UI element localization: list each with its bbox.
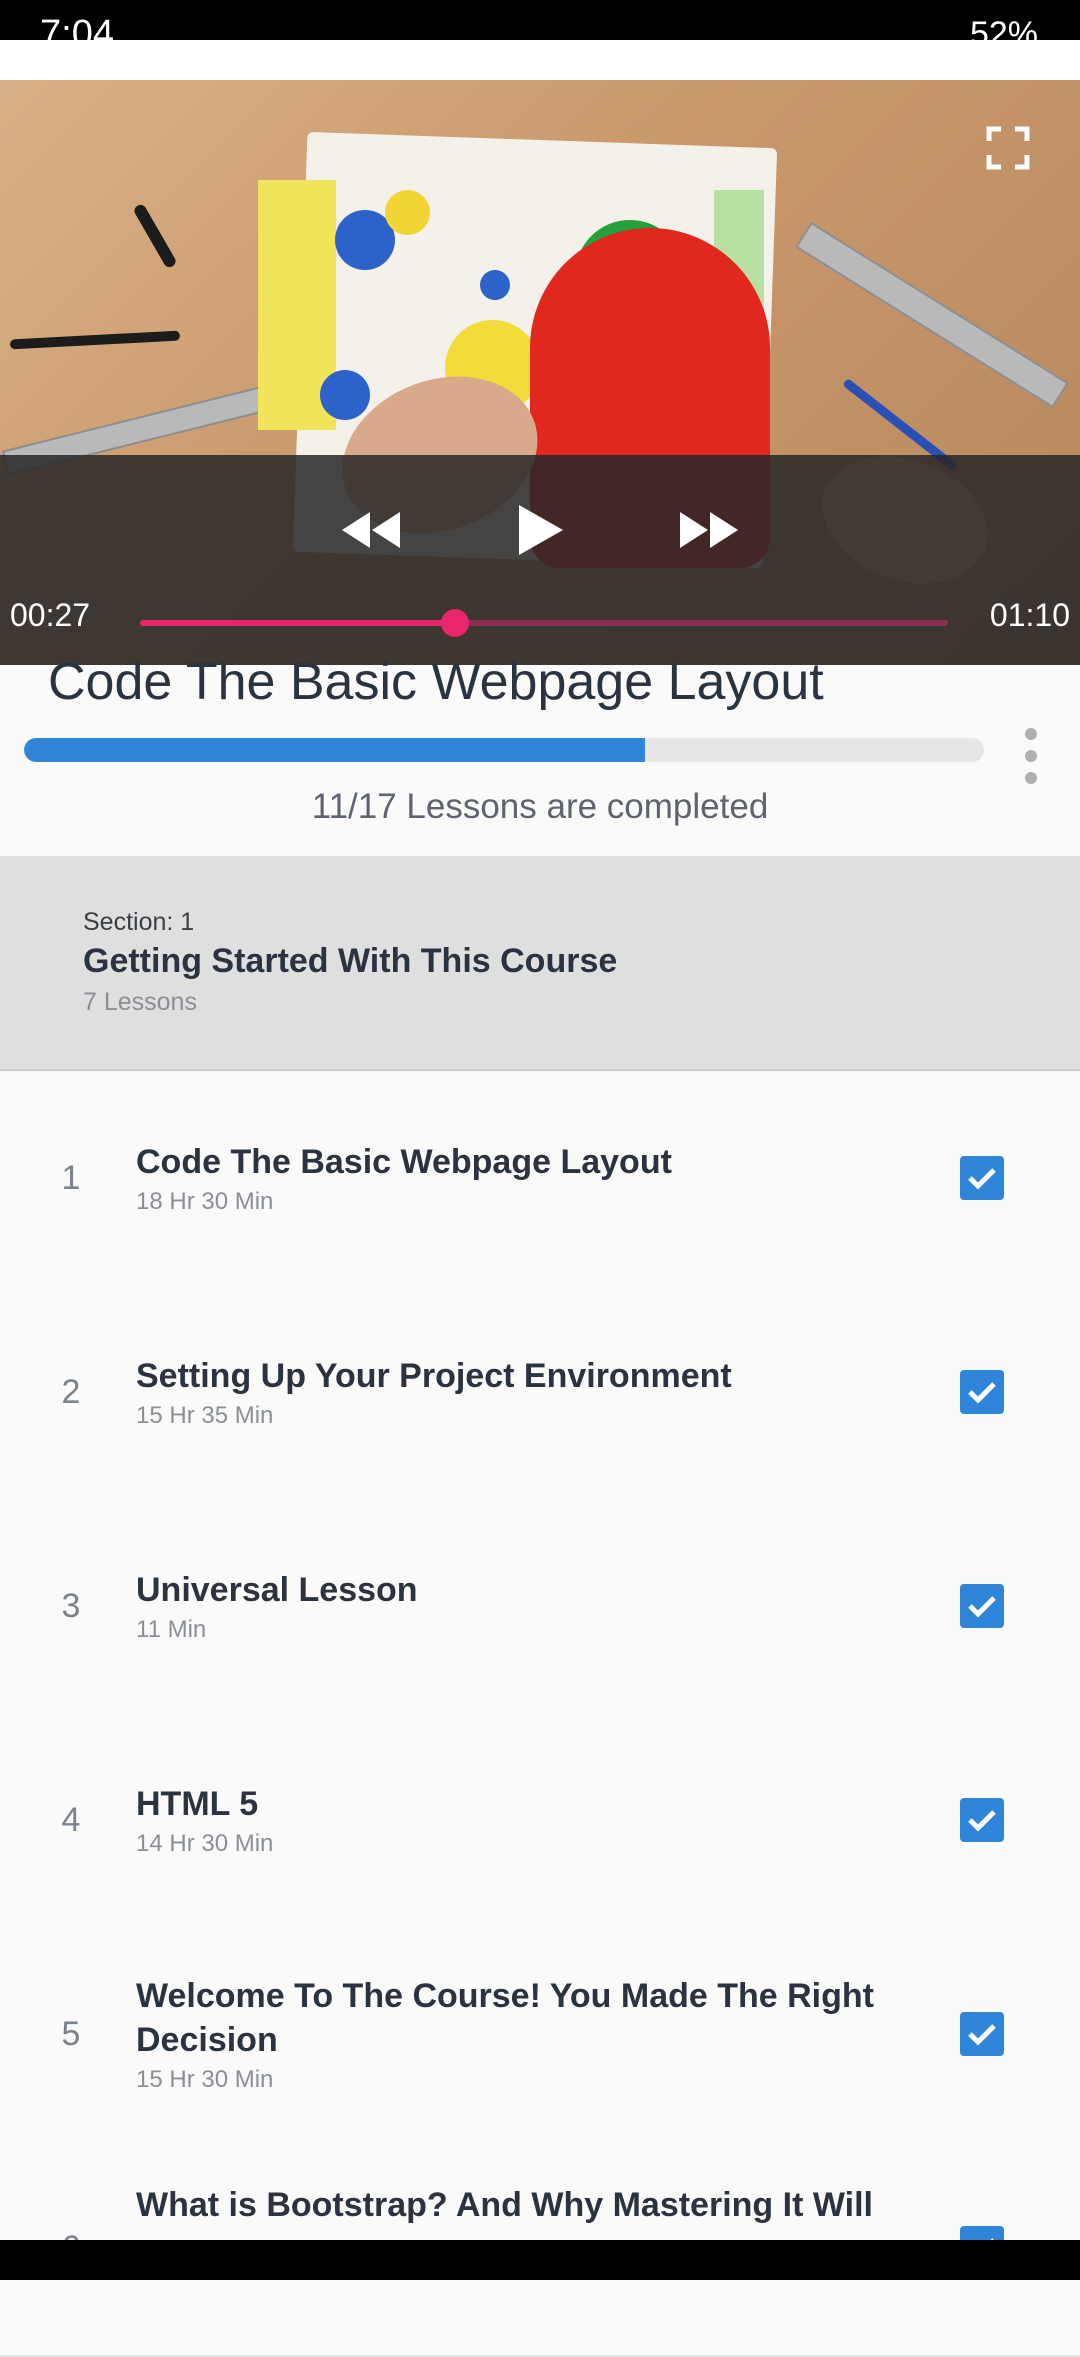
lesson-title: Universal Lesson <box>136 1571 418 1609</box>
app-top-strip <box>0 40 1080 80</box>
lesson-duration: 18 Hr 30 Min <box>136 1188 274 1215</box>
rewind-icon <box>342 512 400 548</box>
fast-forward-icon <box>680 512 738 548</box>
section-header[interactable]: Section: 1 Getting Started With This Cou… <box>0 856 1080 1071</box>
seek-bar[interactable] <box>140 609 948 637</box>
status-bar: 7:04 52% <box>0 0 1080 40</box>
rewind-button[interactable] <box>330 500 410 560</box>
player-controls: 00:27 01:10 <box>0 455 1080 665</box>
current-time: 00:27 <box>10 597 91 633</box>
navigation-bar <box>0 2240 1080 2280</box>
video-player[interactable]: 00:27 01:10 <box>0 80 1080 665</box>
course-progress-bar <box>24 738 984 762</box>
course-progress-fill <box>24 738 646 762</box>
play-button[interactable] <box>505 500 575 560</box>
checkbox-checked-icon[interactable] <box>960 2012 1004 2056</box>
lesson-number: 3 <box>61 1586 81 1625</box>
lesson-title: Welcome To The Course! You Made The Righ… <box>136 1977 874 2059</box>
lesson-duration: 11 Min <box>136 1616 207 1643</box>
lesson-item[interactable]: 3 Universal Lesson 11 Min <box>0 1499 1080 1715</box>
lesson-duration: 14 Hr 30 Min <box>136 1830 274 1857</box>
play-icon <box>519 505 563 555</box>
lesson-title: Code The Basic Webpage Layout <box>136 1143 672 1181</box>
lessons-completed-text: 11/17 Lessons are completed <box>311 787 769 826</box>
lesson-item[interactable]: 5 Welcome To The Course! You Made The Ri… <box>0 1927 1080 2143</box>
section-title: Getting Started With This Course <box>83 942 618 980</box>
lesson-title: HTML 5 <box>136 1785 259 1823</box>
section-label: Section: 1 <box>83 908 195 936</box>
checkbox-checked-icon[interactable] <box>960 1156 1004 1200</box>
battery-level: 52% <box>969 15 1038 40</box>
lesson-item[interactable]: 2 Setting Up Your Project Environment 15… <box>0 1285 1080 1501</box>
lesson-number: 4 <box>61 1800 81 1839</box>
course-title: Code The Basic Webpage Layout <box>48 653 824 711</box>
fast-forward-button[interactable] <box>670 500 750 560</box>
section-lesson-count: 7 Lessons <box>83 988 197 1016</box>
lesson-number: 1 <box>61 1158 81 1197</box>
fullscreen-icon[interactable] <box>986 126 1030 170</box>
lesson-title: What is Bootstrap? And Why Mastering It … <box>136 2186 873 2224</box>
lesson-number: 2 <box>61 1372 81 1411</box>
lesson-item[interactable]: 4 HTML 5 14 Hr 30 Min <box>0 1713 1080 1929</box>
lesson-title: Setting Up Your Project Environment <box>136 1357 732 1395</box>
seek-bar-played <box>140 620 456 626</box>
status-time: 7:04 <box>40 13 114 40</box>
seek-thumb[interactable] <box>441 609 470 637</box>
lesson-number: 5 <box>61 2014 81 2053</box>
checkbox-checked-icon[interactable] <box>960 1798 1004 1842</box>
more-vertical-icon[interactable] <box>1016 728 1046 784</box>
checkbox-checked-icon[interactable] <box>960 1370 1004 1414</box>
checkbox-checked-icon[interactable] <box>960 1584 1004 1628</box>
lesson-duration: 15 Hr 35 Min <box>136 1402 274 1429</box>
lesson-item[interactable]: 1 Code The Basic Webpage Layout 18 Hr 30… <box>0 1071 1080 1287</box>
lesson-duration: 15 Hr 30 Min <box>136 2066 274 2093</box>
total-time: 01:10 <box>989 597 1070 633</box>
